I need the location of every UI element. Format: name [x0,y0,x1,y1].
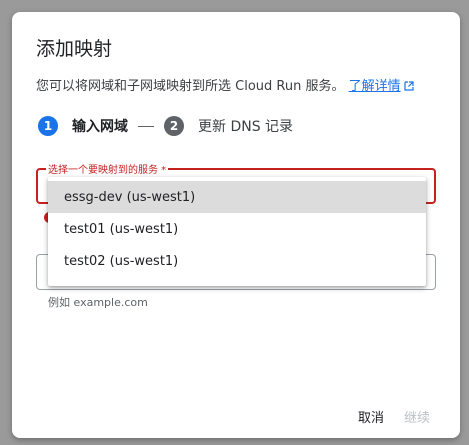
service-option-test01[interactable]: test01 (us-west1) [48,213,426,245]
step-1-label: 输入网域 [72,119,128,135]
description-text: 您可以将网域和子网域映射到所选 Cloud Run 服务。 [36,79,345,94]
domain-hint: 例如 example.com [48,296,148,309]
stepper: 1 输入网域 2 更新 DNS 记录 [38,116,293,136]
step-2-label: 更新 DNS 记录 [198,119,294,135]
step-1-number: 1 [38,116,58,136]
service-select-label: 选择一个要映射到的服务 * [46,161,169,176]
dialog-title: 添加映射 [36,38,113,60]
service-dropdown-menu: essg-dev (us-west1) test01 (us-west1) te… [48,177,426,286]
learn-more-label: 了解详情 [348,79,401,94]
external-link-icon[interactable] [404,81,414,91]
dialog-description: 您可以将网域和子网域映射到所选 Cloud Run 服务。 了解详情 [36,75,414,94]
service-option-test02[interactable]: test02 (us-west1) [48,245,426,277]
dialog-actions: 取消 继续 [348,405,440,427]
learn-more-link[interactable]: 了解详情 [349,79,401,94]
step-2-number: 2 [164,116,184,136]
cancel-button[interactable]: 取消 [348,405,394,427]
step-separator [138,125,154,127]
continue-button[interactable]: 继续 [394,405,440,427]
service-option-essg-dev[interactable]: essg-dev (us-west1) [48,181,426,213]
add-mapping-dialog: 添加映射 您可以将网域和子网域映射到所选 Cloud Run 服务。 了解详情 … [12,12,460,438]
